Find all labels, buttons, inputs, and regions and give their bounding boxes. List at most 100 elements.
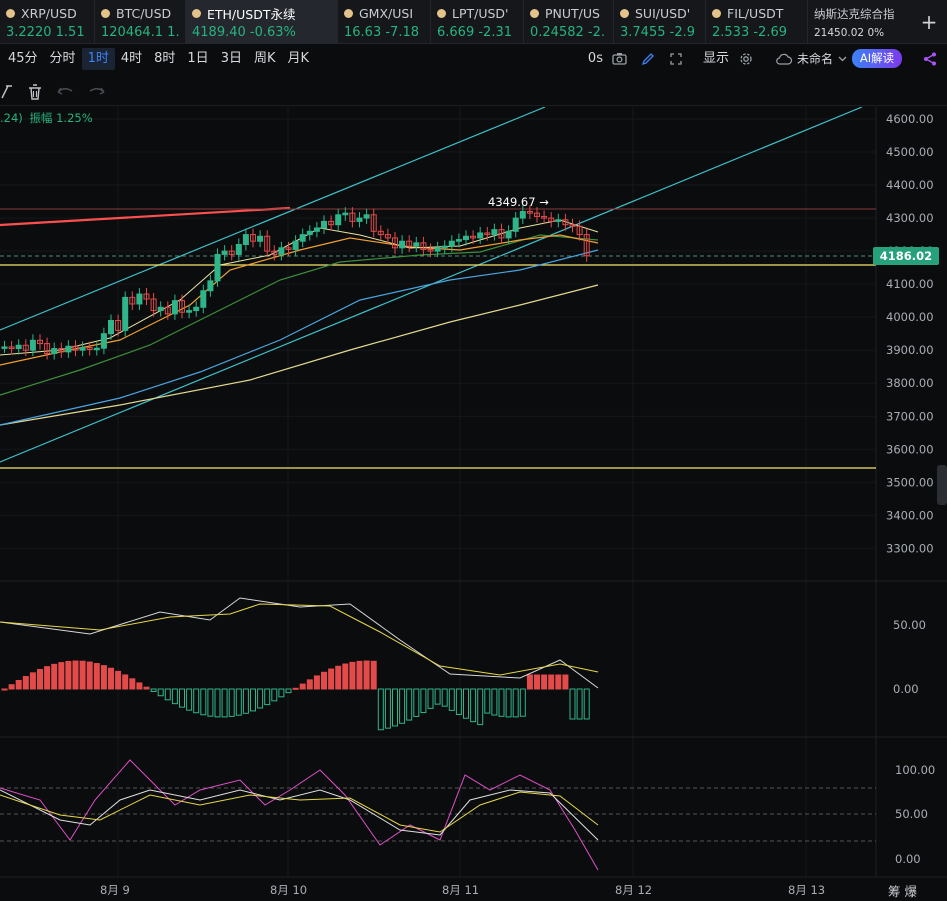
trash-icon[interactable] xyxy=(29,84,41,100)
amplitude-prefix: .24) xyxy=(0,111,23,125)
coin-icon xyxy=(344,9,353,18)
timeframe-0[interactable]: 45分 xyxy=(2,48,44,70)
ticker-tab[interactable]: ETH/USDT永续 4189.40 -0.63% xyxy=(186,0,338,44)
macd-bar xyxy=(470,688,477,723)
candle-body xyxy=(512,217,519,232)
macd-bar xyxy=(427,688,434,709)
layout-name[interactable]: 未命名 xyxy=(795,48,835,70)
ticker-price: 3.7455 xyxy=(620,25,666,40)
macd-bar xyxy=(491,688,498,716)
candle-body xyxy=(278,247,285,255)
brush-icon[interactable] xyxy=(1,85,12,99)
ticker-change: -2.31 xyxy=(478,25,512,40)
ticker-tab[interactable]: LPT/USD' 6.669 -2.31 xyxy=(431,0,524,44)
macd-bar xyxy=(484,688,491,714)
index-ticker[interactable]: 纳斯达克综合指 21450.02 0% xyxy=(808,0,908,44)
candle-body xyxy=(306,230,313,236)
index-value: 21450.02 xyxy=(814,27,865,39)
candle-body xyxy=(448,240,455,247)
macd-bar xyxy=(164,688,171,701)
undo-icon[interactable] xyxy=(57,87,73,95)
coin-icon xyxy=(620,9,629,18)
timeframe-7[interactable]: 周K xyxy=(248,48,282,70)
macd-bar xyxy=(22,676,29,690)
kdj-k-line xyxy=(0,789,599,841)
chevron-down-icon[interactable] xyxy=(835,48,849,70)
macd-bar xyxy=(264,688,271,706)
cloud-icon[interactable] xyxy=(773,48,795,70)
fullscreen-icon[interactable] xyxy=(665,48,687,70)
ticker-change: 1.51 xyxy=(55,25,85,40)
timeframe-3[interactable]: 4时 xyxy=(115,48,148,70)
ticker-change: -2.69 xyxy=(753,25,787,40)
candle-body xyxy=(335,214,342,226)
ticker-tab[interactable]: FIL/USDT 2.533 -2.69 xyxy=(706,0,808,44)
candle-body xyxy=(399,240,406,249)
macd-axis-tick: 50.00 xyxy=(893,618,926,632)
chart-canvas[interactable]: 4600.004500.004400.004300.004200.004100.… xyxy=(0,107,947,901)
ticker-symbol: PNUT/US xyxy=(545,6,600,21)
redo-icon[interactable] xyxy=(89,87,105,95)
high-price-label: 4349.67 → xyxy=(488,195,549,209)
candle-body xyxy=(93,347,100,351)
candle-body xyxy=(413,242,420,247)
macd-bar xyxy=(37,669,43,690)
gear-icon[interactable] xyxy=(735,48,757,70)
ticker-price: 120464.1 xyxy=(101,25,164,40)
macd-bar xyxy=(214,688,221,718)
seconds-toggle[interactable]: 0s xyxy=(582,48,609,70)
macd-bar xyxy=(58,662,65,690)
camera-icon[interactable] xyxy=(609,48,631,70)
macd-bar xyxy=(157,688,164,697)
timeframe-2[interactable]: 1时 xyxy=(81,47,115,70)
macd-bar xyxy=(179,688,185,708)
add-tab-button[interactable]: + xyxy=(911,0,947,44)
timeframe-6[interactable]: 3日 xyxy=(215,48,248,70)
macd-bar xyxy=(363,660,370,690)
candle-body xyxy=(441,245,448,249)
amplitude-label: .24) 振幅 1.25% xyxy=(0,110,93,126)
candle-body xyxy=(214,253,221,282)
ai-interpret-button[interactable]: AI解读 xyxy=(852,49,902,68)
candle-body xyxy=(200,290,207,308)
macd-bar xyxy=(200,688,207,716)
time-axis-label: 8月 13 xyxy=(788,883,825,897)
bottom-right-labels[interactable]: 筹 爆 xyxy=(888,881,917,900)
timeframe-4[interactable]: 8时 xyxy=(148,48,181,70)
candle-body xyxy=(299,234,306,242)
timeframe-1[interactable]: 分时 xyxy=(44,48,82,70)
macd-bar xyxy=(171,688,178,705)
pen-icon[interactable] xyxy=(637,48,659,70)
ticker-tab[interactable]: GMX/USI 16.63 -7.18 xyxy=(338,0,431,44)
macd-bar xyxy=(257,688,264,709)
current-price-tag: 4186.02 xyxy=(873,247,939,265)
macd-bar xyxy=(65,660,72,690)
display-button[interactable]: 显示 xyxy=(697,48,735,70)
macd-bar xyxy=(377,688,384,731)
candle-body xyxy=(235,244,242,255)
ticker-change: -2. xyxy=(587,25,606,40)
scroll-handle[interactable] xyxy=(937,465,947,505)
candle-body xyxy=(363,214,370,219)
price-axis-tick: 4400.00 xyxy=(886,178,934,192)
timeframe-8[interactable]: 月K xyxy=(282,48,316,70)
macd-bar xyxy=(441,688,448,707)
macd-bar xyxy=(335,665,342,690)
ticker-tab[interactable]: BTC/USD 120464.1 1. xyxy=(95,0,186,44)
macd-bar xyxy=(250,688,256,712)
macd-bar xyxy=(299,683,306,690)
macd-bar xyxy=(292,687,299,690)
macd-bar xyxy=(207,688,214,717)
ticker-tab[interactable]: SUI/USD' 3.7455 -2.9 xyxy=(614,0,706,44)
time-axis-label: 8月 12 xyxy=(615,883,652,897)
macd-bar xyxy=(384,688,391,729)
macd-bar xyxy=(235,688,242,716)
price-axis-tick: 4600.00 xyxy=(886,112,934,126)
macd-bar xyxy=(44,666,51,690)
ticker-tab[interactable]: PNUT/US 0.24582 -2. xyxy=(524,0,614,44)
macd-bar xyxy=(313,675,320,690)
share-icon[interactable] xyxy=(919,48,941,70)
timeframe-5[interactable]: 1日 xyxy=(181,48,214,70)
macd-bar xyxy=(8,684,15,690)
ticker-tab[interactable]: XRP/USD 3.2220 1.51 xyxy=(0,0,95,44)
